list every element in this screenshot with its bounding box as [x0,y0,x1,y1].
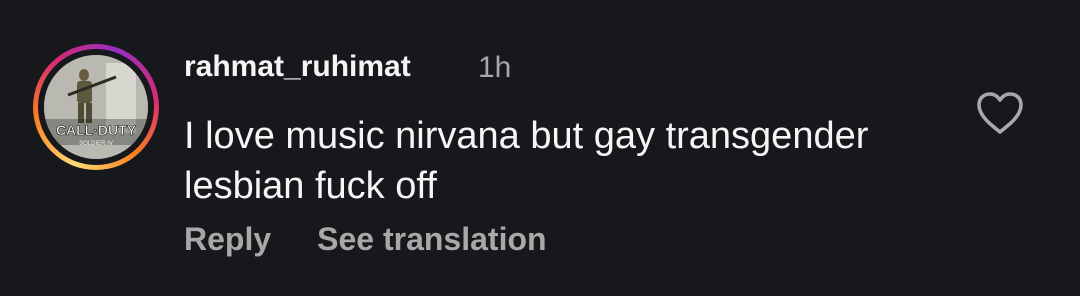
avatar[interactable]: CALL·DUTY SOLDIER IV [33,44,159,170]
see-translation-button[interactable]: See translation [317,221,546,258]
comment: CALL·DUTY SOLDIER IV rahmat_ruhimat 1h I… [0,0,1080,296]
reply-button[interactable]: Reply [184,221,271,258]
avatar-logo-text: CALL·DUTY [56,122,137,138]
username[interactable]: rahmat_ruhimat [184,50,411,84]
timestamp: 1h [478,51,512,84]
avatar-logo-subtext: SOLDIER IV [79,141,113,147]
comment-text: I love music nirvana but gay transgender… [184,115,869,207]
heart-outline-icon [977,92,1023,134]
avatar-image: CALL·DUTY SOLDIER IV [44,55,148,159]
comment-actions: Reply See translation [184,217,547,261]
like-button[interactable] [975,90,1025,136]
